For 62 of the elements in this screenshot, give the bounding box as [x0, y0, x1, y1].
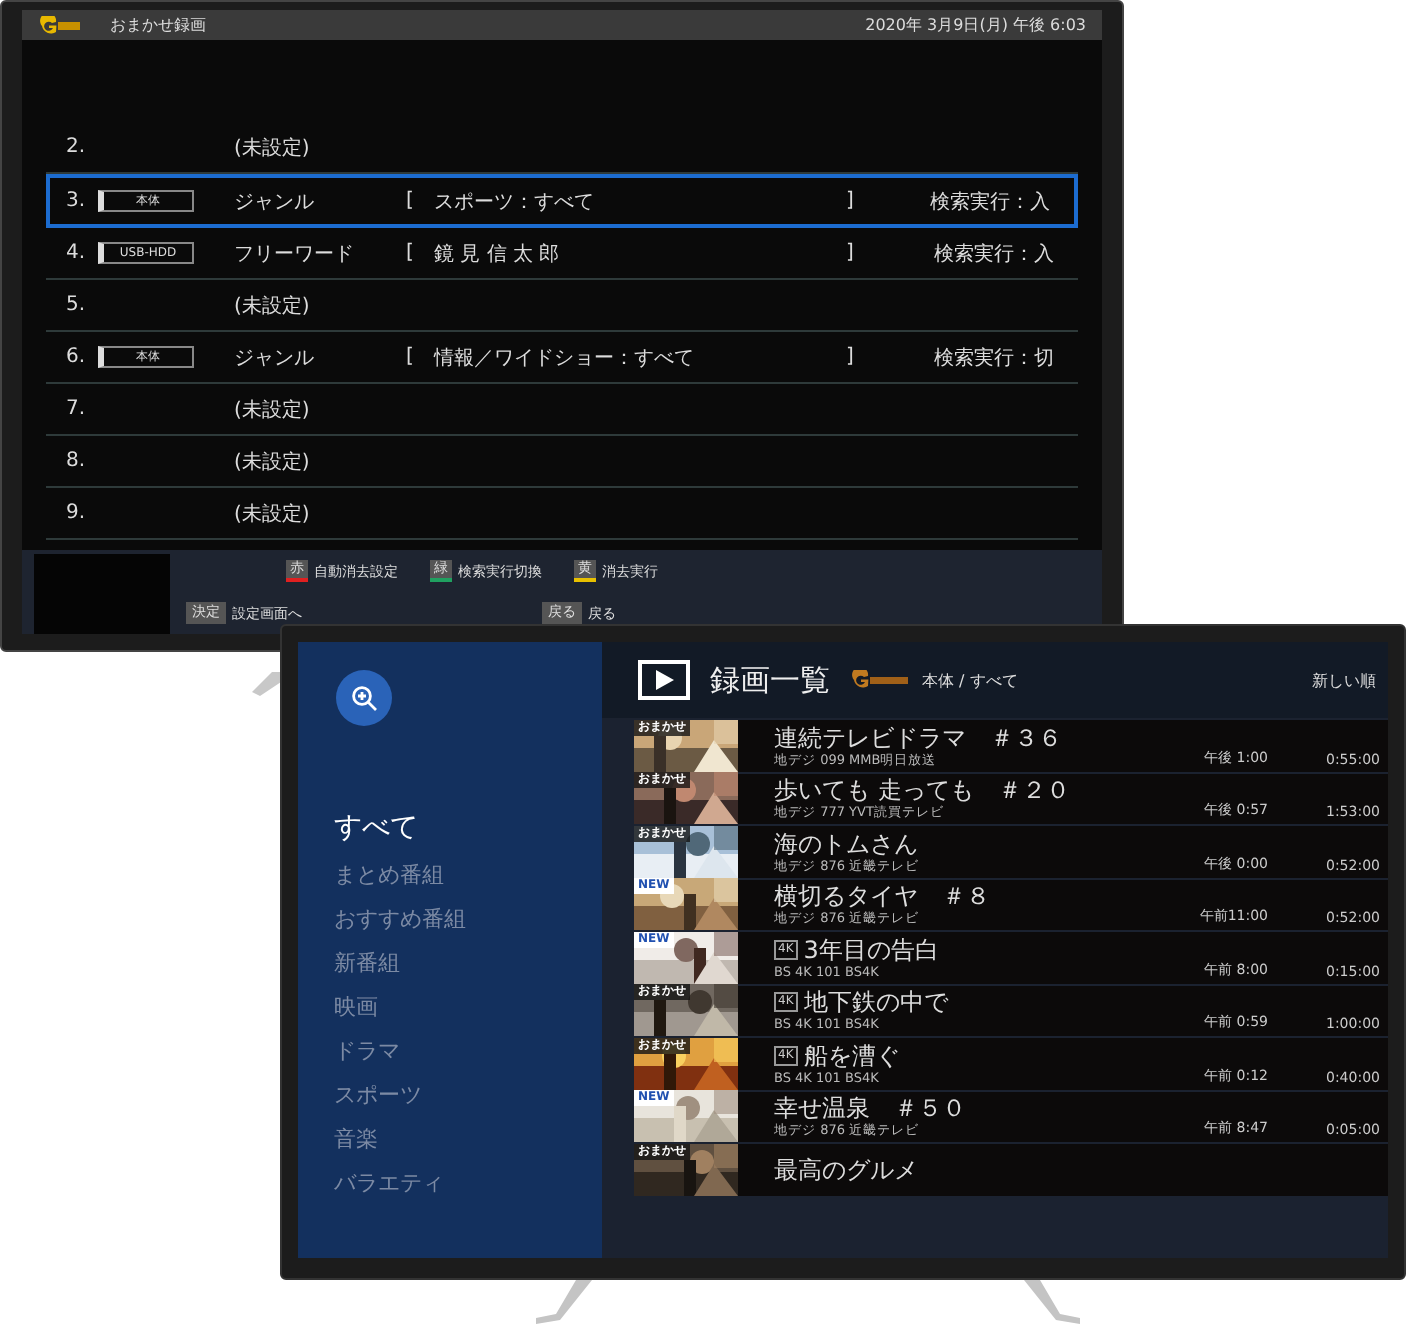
- row-number: 4.: [66, 242, 88, 264]
- category-item[interactable]: ドラマ: [334, 1038, 400, 1066]
- search-type: (未設定): [234, 449, 312, 475]
- row-number: 6.: [66, 346, 88, 368]
- bracket: [: [406, 242, 416, 264]
- reservation-row[interactable]: 7. (未設定): [46, 384, 1078, 436]
- logo-icon: [850, 670, 910, 690]
- search-icon: [350, 684, 378, 712]
- category-item[interactable]: 映画: [334, 994, 378, 1022]
- program-title: 横切るタイヤ ＃８: [774, 882, 990, 911]
- bracket: ]: [846, 190, 856, 212]
- sort-order[interactable]: 新しい順: [1312, 669, 1376, 691]
- screen-title: おまかせ録画: [110, 14, 206, 36]
- program-title: 地下鉄の中で: [803, 988, 948, 1017]
- row-number: 8.: [66, 450, 88, 472]
- category-item[interactable]: 新番組: [334, 950, 400, 978]
- search-condition: 鏡 見 信 太 郎: [434, 241, 562, 267]
- logo-icon: [38, 15, 82, 35]
- program-title: 最高のグルメ: [774, 1155, 918, 1184]
- program-title: 歩いても 走っても ＃２０: [774, 776, 1070, 805]
- bracket: ]: [846, 346, 856, 368]
- search-condition: スポーツ：すべて: [434, 189, 596, 215]
- category-item[interactable]: すべて: [334, 814, 418, 842]
- search-button[interactable]: [336, 670, 392, 726]
- play-icon: [638, 660, 690, 700]
- search-type: (未設定): [234, 293, 312, 319]
- search-status: 検索実行：入: [934, 241, 1054, 267]
- program-title: 連続テレビドラマ ＃３６: [774, 723, 1062, 752]
- search-type: ジャンル: [234, 189, 316, 215]
- reservation-row[interactable]: 2. (未設定): [46, 122, 1078, 174]
- bracket: [: [406, 190, 416, 212]
- search-status: 検索実行：切: [934, 345, 1054, 371]
- program-title: 幸せ温泉 ＃５０: [774, 1094, 966, 1123]
- category-item[interactable]: 音楽: [334, 1126, 378, 1154]
- category-item[interactable]: おすすめ番組: [334, 906, 466, 934]
- program-title: 海のトムさん: [774, 829, 918, 858]
- search-type: (未設定): [234, 397, 312, 423]
- category-item[interactable]: バラエティ: [334, 1170, 444, 1198]
- category-item[interactable]: スポーツ: [334, 1082, 422, 1110]
- preview-area: [34, 554, 170, 634]
- reservation-row[interactable]: 5. (未設定): [46, 280, 1078, 332]
- search-type: フリーワード: [234, 241, 356, 267]
- row-number: 7.: [66, 398, 88, 420]
- search-type: ジャンル: [234, 345, 316, 371]
- search-type: (未設定): [234, 135, 312, 161]
- program-title: 3年目の告白: [803, 935, 939, 964]
- search-type: (未設定): [234, 501, 312, 527]
- screen-title: 録画一覧: [710, 661, 830, 699]
- bracket: [: [406, 346, 416, 368]
- row-number: 2.: [66, 136, 88, 158]
- search-status: 検索実行：入: [930, 189, 1050, 215]
- date-time: 2020年 3月9日(月) 午後 6:03: [865, 14, 1086, 36]
- folder-path: 本体 / すべて: [922, 669, 1018, 691]
- row-number: 3.: [66, 190, 88, 212]
- row-number: 5.: [66, 294, 88, 316]
- reservation-row[interactable]: 9. (未設定): [46, 488, 1078, 540]
- row-number: 9.: [66, 502, 88, 524]
- program-title: 船を漕ぐ: [803, 1041, 900, 1070]
- search-condition: 情報／ワイドショー：すべて: [434, 345, 696, 371]
- bracket: ]: [846, 242, 856, 264]
- reservation-row[interactable]: 8. (未設定): [46, 436, 1078, 488]
- category-item[interactable]: まとめ番組: [334, 862, 444, 890]
